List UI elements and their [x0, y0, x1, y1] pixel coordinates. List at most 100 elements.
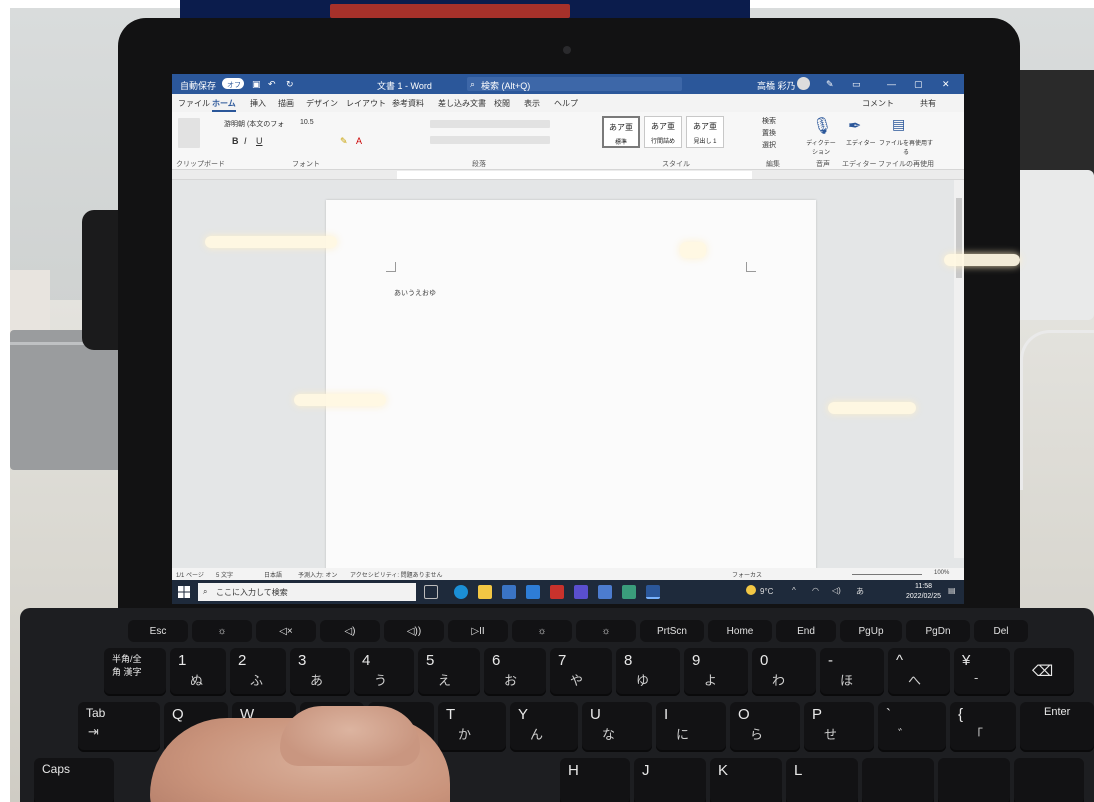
notification-icon[interactable]: ▤ [948, 586, 956, 595]
tab-mailings[interactable]: 差し込み文書 [438, 98, 486, 109]
store-icon[interactable] [502, 585, 516, 599]
tab-view[interactable]: 表示 [524, 98, 540, 109]
zoom-slider[interactable] [852, 574, 922, 575]
language-indicator[interactable]: 日本語 [264, 570, 282, 579]
taskbar-search-box[interactable]: ⌕ ここに入力して検索 [198, 583, 416, 601]
windows-start-icon[interactable] [178, 586, 190, 598]
editor-label[interactable]: エディター [846, 138, 876, 147]
font-size-select[interactable]: 10.5 [300, 119, 314, 126]
replace-button[interactable]: 置換 [762, 128, 776, 138]
underline-button[interactable]: U [256, 136, 263, 146]
key-home[interactable]: Home [708, 620, 772, 642]
key-tab[interactable]: Tab ⇥ [78, 702, 160, 752]
weather-icon[interactable] [746, 585, 756, 595]
network-icon[interactable]: ◠ [812, 586, 819, 595]
key-o[interactable]: Oら [730, 702, 800, 752]
key-3[interactable]: 3あ [290, 648, 350, 696]
reuse-files-label[interactable]: ファイルを再使用する [878, 138, 934, 156]
key-pgdn[interactable]: PgDn [906, 620, 970, 642]
volume-icon[interactable]: ◁) [832, 586, 841, 595]
key-4[interactable]: 4う [354, 648, 414, 696]
tab-insert[interactable]: 挿入 [250, 98, 266, 109]
taskbar-clock[interactable]: 11:58 2022/02/25 [906, 582, 941, 602]
key-colon[interactable] [938, 758, 1010, 802]
key-8[interactable]: 8ゆ [616, 648, 680, 696]
predictive-input[interactable]: 予測入力: オン [298, 570, 337, 579]
tab-layout[interactable]: レイアウト [346, 98, 386, 109]
key-i[interactable]: Iに [656, 702, 726, 752]
key-u[interactable]: Uな [582, 702, 652, 752]
focus-button[interactable]: フォーカス [732, 570, 762, 579]
maximize-icon[interactable]: ▢ [914, 79, 923, 90]
zoom-level[interactable]: 100% [934, 570, 949, 576]
tab-home[interactable]: ホーム [212, 98, 236, 112]
key-k[interactable]: K [710, 758, 782, 802]
key-1[interactable]: 1ぬ [170, 648, 226, 696]
undo-icon[interactable]: ↶ [268, 79, 276, 90]
redo-icon[interactable]: ↻ [286, 79, 294, 90]
scrollbar-thumb[interactable] [956, 198, 962, 278]
key-hankaku[interactable]: 半角/全角 漢字 [104, 648, 166, 696]
tray-chevron-icon[interactable]: ^ [792, 586, 796, 595]
file-explorer-icon[interactable] [478, 585, 492, 599]
key-close-bracket[interactable] [1014, 758, 1084, 802]
key-caret[interactable]: ^ へ [888, 648, 950, 696]
key-brightness-down[interactable]: ☼ [192, 620, 252, 642]
pen-icon[interactable]: ✎ [826, 79, 834, 90]
word-taskbar-icon[interactable] [646, 585, 660, 599]
key-j[interactable]: J [634, 758, 706, 802]
key-volume-up[interactable]: ◁)) [384, 620, 444, 642]
key-del[interactable]: Del [974, 620, 1028, 642]
task-view-icon[interactable] [424, 585, 438, 599]
key-6[interactable]: 6お [484, 648, 546, 696]
key-5[interactable]: 5え [418, 648, 480, 696]
style-normal[interactable]: あア亜 標準 [602, 116, 640, 148]
key-yen[interactable]: ¥ - [954, 648, 1010, 696]
tab-design[interactable]: デザイン [306, 98, 338, 109]
select-button[interactable]: 選択 [762, 140, 776, 150]
word-count[interactable]: 5 文字 [216, 570, 233, 579]
key-mute[interactable]: ◁× [256, 620, 316, 642]
document-page[interactable]: あいうえおゆ [326, 200, 816, 570]
paragraph-tools-row2[interactable] [430, 136, 550, 144]
tab-help[interactable]: ヘルプ [554, 98, 578, 109]
key-esc[interactable]: Esc [128, 620, 188, 642]
key-pgup[interactable]: PgUp [840, 620, 902, 642]
style-heading1[interactable]: あア亜 見出し 1 [686, 116, 724, 148]
key-prtscn[interactable]: PrtScn [640, 620, 704, 642]
avatar[interactable] [797, 77, 810, 90]
tab-file[interactable]: ファイル [178, 98, 210, 109]
search-box[interactable]: ⌕ 検索 (Alt+Q) [467, 77, 682, 91]
tab-review[interactable]: 校閲 [494, 98, 510, 109]
ribbon-display-icon[interactable]: ▭ [852, 79, 861, 90]
key-0[interactable]: 0わ [752, 648, 816, 696]
key-volume-down[interactable]: ◁) [320, 620, 380, 642]
page-count[interactable]: 1/1 ページ [176, 570, 204, 579]
document-text[interactable]: あいうえおゆ [394, 288, 436, 298]
font-name-select[interactable]: 游明朝 (本文のフォ [224, 119, 284, 129]
key-l[interactable]: L [786, 758, 858, 802]
ime-mode[interactable]: あ [856, 586, 864, 597]
find-button[interactable]: 検索 [762, 116, 776, 126]
minimize-icon[interactable]: — [887, 79, 896, 89]
teams-icon[interactable] [574, 585, 588, 599]
key-2[interactable]: 2ふ [230, 648, 286, 696]
paste-button[interactable] [178, 118, 200, 148]
close-icon[interactable]: ✕ [942, 79, 950, 90]
key-play-pause[interactable]: ▷II [448, 620, 508, 642]
camera-app-icon[interactable] [598, 585, 612, 599]
app-icon[interactable] [622, 585, 636, 599]
key-semicolon[interactable] [862, 758, 934, 802]
style-no-spacing[interactable]: あア亜 行間詰め [644, 116, 682, 148]
office-icon[interactable] [550, 585, 564, 599]
key-at[interactable]: ` ゛ [878, 702, 946, 752]
key-enter[interactable]: Enter [1020, 702, 1094, 752]
key-backspace[interactable]: ⌫ [1014, 648, 1074, 696]
key-t[interactable]: Tか [438, 702, 506, 752]
edge-icon[interactable] [454, 585, 468, 599]
vertical-scrollbar[interactable] [954, 180, 964, 558]
key-y[interactable]: Yん [510, 702, 578, 752]
autosave-toggle[interactable]: オフ [222, 78, 244, 89]
accessibility-status[interactable]: アクセシビリティ: 問題ありません [350, 570, 443, 579]
reuse-files-icon[interactable]: ▤ [892, 116, 905, 133]
